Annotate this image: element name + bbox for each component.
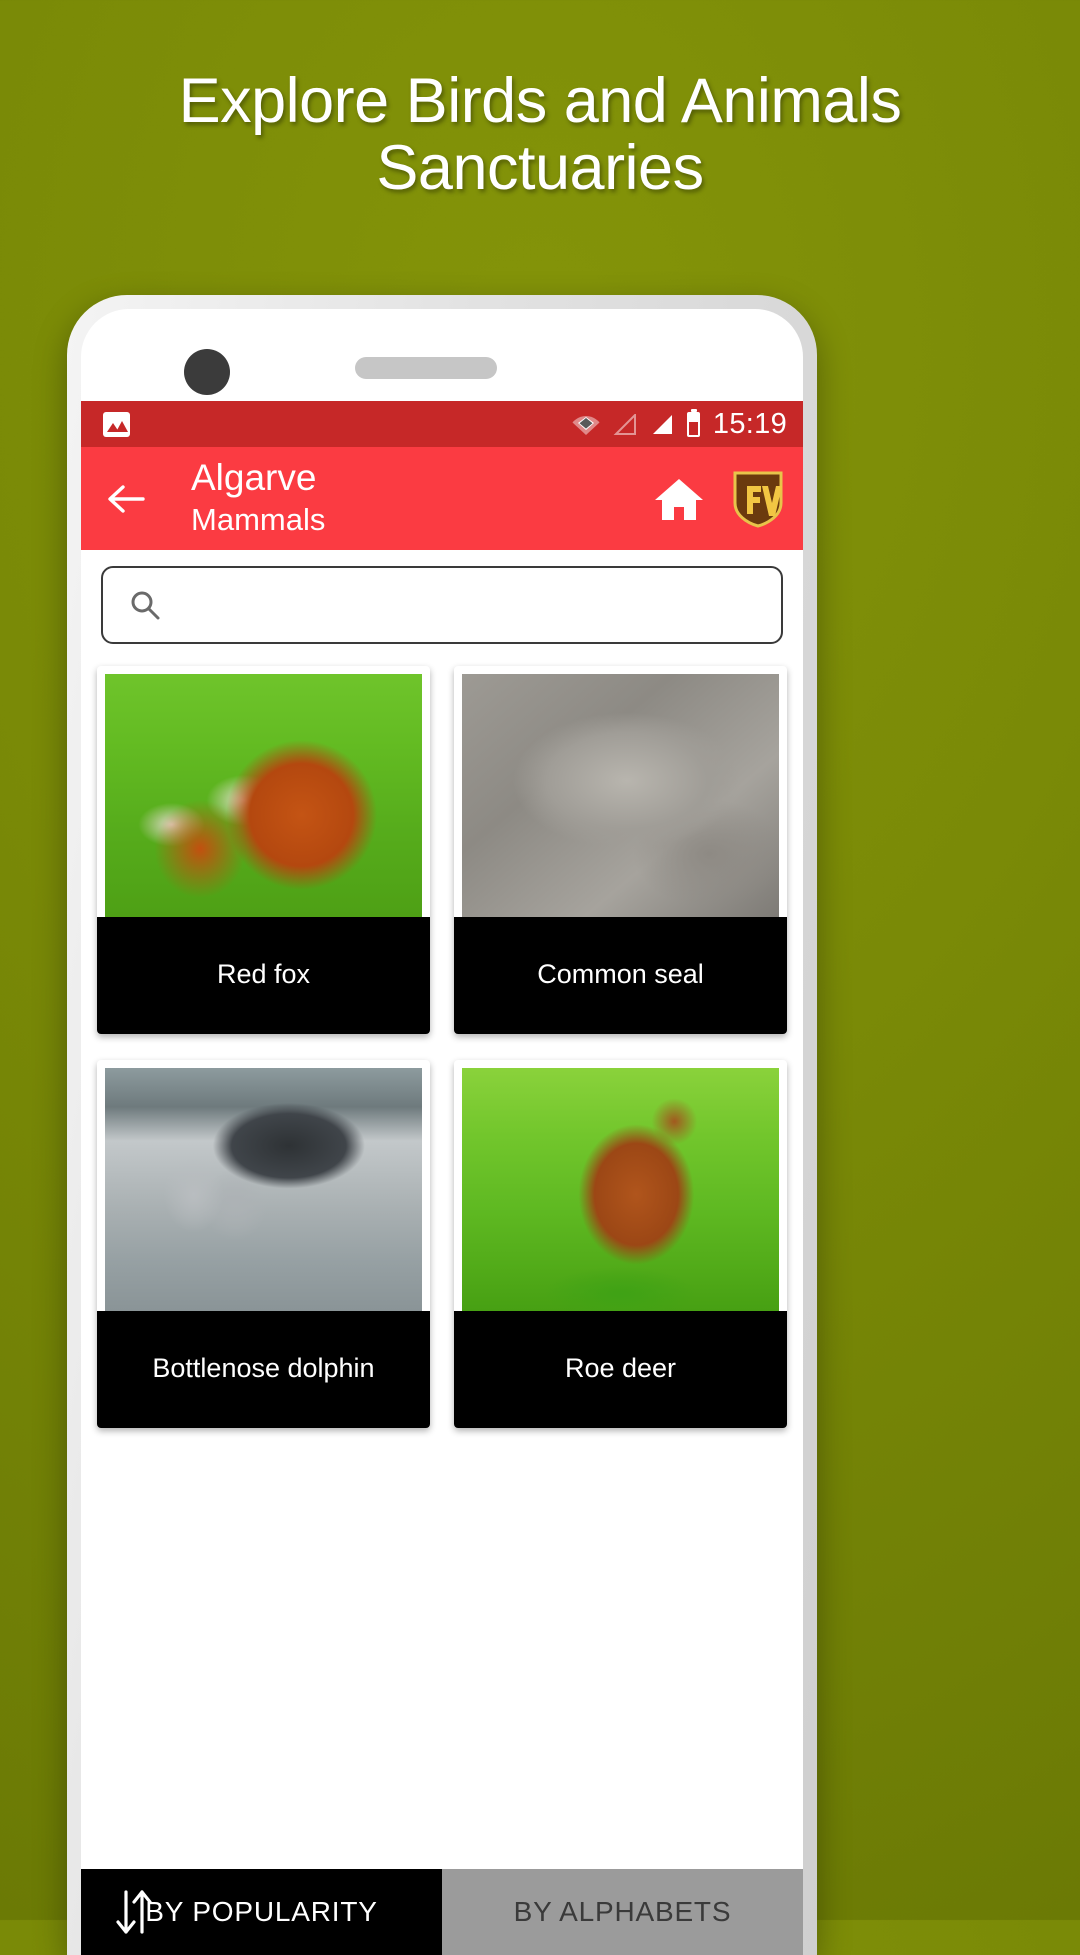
card-label: Red fox (97, 917, 430, 1034)
card-label: Bottlenose dolphin (97, 1311, 430, 1428)
sort-tab-label: BY ALPHABETS (513, 1896, 732, 1927)
roe-deer-photo (462, 1068, 779, 1311)
search-bar[interactable] (101, 566, 783, 644)
sort-tab-by-popularity[interactable]: BY POPULARITY (81, 1869, 442, 1955)
phone-screen-bezel: 15:19 Algarve Mammals Red fox Common sea… (81, 309, 803, 1955)
wifi-icon (572, 416, 600, 435)
status-bar-notifications (103, 411, 130, 437)
sort-bar: BY POPULARITY BY ALPHABETS (81, 1869, 803, 1955)
cellular-bars-icon (652, 414, 672, 434)
page-title: Algarve (191, 457, 317, 499)
search-input[interactable] (179, 588, 755, 622)
battery-icon (686, 408, 700, 437)
common-seal-photo (462, 674, 779, 917)
page-subtitle: Mammals (191, 502, 326, 538)
promo-headline-line1: Explore Birds and Animals (178, 66, 902, 136)
app-bar: Algarve Mammals (81, 447, 803, 550)
promo-headline: Explore Birds and Animals Sanctuaries (0, 68, 1080, 202)
front-camera-icon (184, 349, 230, 395)
back-arrow-icon[interactable] (103, 476, 149, 522)
app-screen: 15:19 Algarve Mammals Red fox Common sea… (81, 401, 803, 1955)
list-item[interactable]: Common seal (454, 666, 787, 1034)
promo-headline-line2: Sanctuaries (376, 132, 704, 203)
animal-card-grid: Red fox Common seal Bottlenose dolphin R… (81, 644, 803, 1428)
list-item[interactable]: Roe deer (454, 1060, 787, 1428)
search-container (81, 550, 803, 644)
app-bar-titles: Algarve Mammals (191, 458, 325, 538)
list-item[interactable]: Bottlenose dolphin (97, 1060, 430, 1428)
sort-tab-by-alphabets[interactable]: BY ALPHABETS (442, 1869, 803, 1955)
status-bar-indicators: 15:19 (572, 408, 787, 441)
signal-triangle-icon (613, 413, 636, 435)
search-icon (131, 591, 160, 620)
fv-shield-logo[interactable] (731, 470, 785, 528)
card-label: Roe deer (454, 1311, 787, 1428)
bottlenose-dolphin-photo (105, 1068, 422, 1311)
status-bar: 15:19 (81, 401, 803, 447)
list-item[interactable]: Red fox (97, 666, 430, 1034)
sort-arrows-icon (116, 1890, 152, 1934)
status-bar-clock: 15:19 (712, 407, 787, 440)
app-bar-actions (653, 470, 785, 528)
phone-mockup: 15:19 Algarve Mammals Red fox Common sea… (67, 295, 817, 1955)
sort-tab-label: BY POPULARITY (145, 1896, 378, 1927)
earpiece-speaker (355, 357, 497, 379)
red-fox-photo (105, 674, 422, 917)
home-icon[interactable] (653, 475, 705, 523)
photo-icon (103, 411, 130, 437)
card-label: Common seal (454, 917, 787, 1034)
